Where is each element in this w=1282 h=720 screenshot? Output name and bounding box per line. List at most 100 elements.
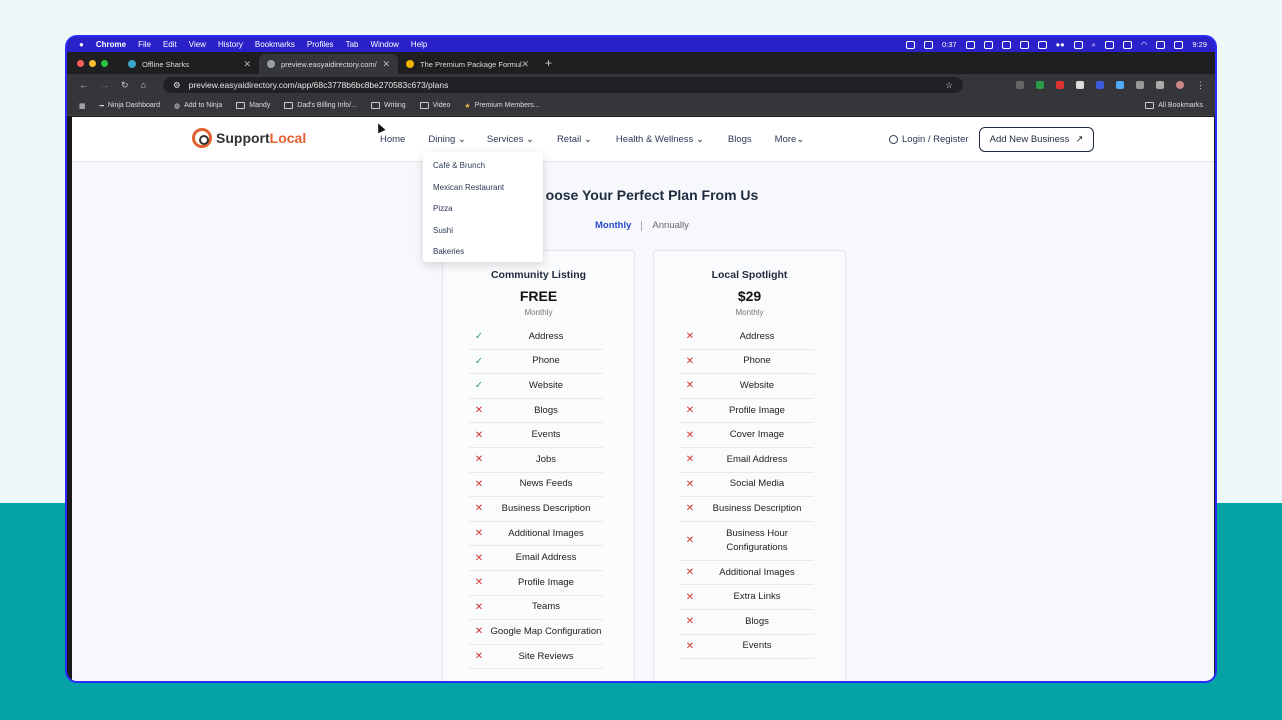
puzzle-icon[interactable]: [1136, 81, 1144, 89]
check-icon: ✓: [474, 355, 484, 367]
kebab-menu-icon[interactable]: ⋮: [1196, 80, 1205, 91]
search-icon[interactable]: ⌕: [1092, 40, 1096, 50]
status-icon[interactable]: [1122, 40, 1132, 49]
wifi-icon[interactable]: ◠: [1141, 40, 1148, 49]
url-field[interactable]: ⚙ preview.easyaidirectory.com/app/68c377…: [163, 77, 963, 93]
bookmark-writing[interactable]: Writing: [370, 102, 406, 109]
bookmark-premium-members[interactable]: ★ Premium Members...: [464, 102, 539, 110]
cross-icon: ✕: [685, 567, 695, 579]
toggle-monthly[interactable]: Monthly: [595, 220, 631, 231]
nav-health-wellness[interactable]: Health & Wellness ⌄: [616, 134, 704, 145]
extension-icon[interactable]: [1056, 81, 1064, 89]
tab-strip: Offline Sharks ✕ preview.easyaidirectory…: [67, 52, 1215, 74]
tab-offline-sharks[interactable]: Offline Sharks ✕: [120, 54, 259, 74]
status-icon[interactable]: [1104, 40, 1114, 49]
apps-grid-icon[interactable]: ▦: [79, 102, 86, 110]
clock[interactable]: 9:29: [1192, 40, 1207, 49]
nav-services[interactable]: Services ⌄: [487, 134, 534, 145]
dropdown-item-sushi[interactable]: Sushi: [423, 220, 543, 242]
bookmark-mandy[interactable]: Mandy: [236, 102, 270, 109]
zoom-window-icon[interactable]: [101, 59, 108, 67]
extension-icon[interactable]: [1116, 81, 1124, 89]
timer-readout[interactable]: 0:37: [942, 40, 957, 49]
cross-icon: ✕: [685, 355, 695, 367]
plan-card-community-listing: Community Listing FREE Monthly ✓ Address ✓…: [442, 250, 635, 681]
folder-icon: [236, 102, 246, 109]
menu-file[interactable]: File: [138, 40, 151, 49]
feature-row: ✓ Address: [469, 325, 603, 350]
toggle-annually[interactable]: Annually: [652, 220, 688, 231]
tab-premium-package[interactable]: The Premium Package Formul ✕: [398, 54, 537, 74]
close-window-icon[interactable]: [77, 59, 84, 67]
status-icon[interactable]: [1073, 40, 1083, 49]
control-center-icon[interactable]: [1174, 40, 1184, 49]
dropbox-icon[interactable]: [1001, 40, 1011, 49]
feature-label: Google Map Configuration: [490, 625, 602, 637]
menu-history[interactable]: History: [218, 40, 243, 49]
close-tab-icon[interactable]: ✕: [521, 59, 529, 70]
nav-retail[interactable]: Retail ⌄: [557, 134, 592, 145]
screen-icon[interactable]: [1037, 40, 1047, 49]
menu-tab[interactable]: Tab: [346, 40, 359, 49]
menu-view[interactable]: View: [189, 40, 206, 49]
extension-icon[interactable]: [1096, 81, 1104, 89]
feature-row: ✕ Blogs: [469, 399, 603, 424]
cross-icon: ✕: [474, 651, 484, 663]
status-icon[interactable]: [1019, 40, 1029, 49]
nav-home[interactable]: Home: [380, 134, 405, 145]
home-icon[interactable]: ⌂: [141, 80, 146, 90]
bookmark-video[interactable]: Video: [419, 102, 450, 109]
site-settings-icon[interactable]: ⚙: [173, 80, 181, 91]
plan-price: FREE: [519, 288, 558, 304]
tab-preview-plans[interactable]: preview.easyaidirectory.com/ ✕: [259, 54, 398, 74]
menu-chrome[interactable]: Chrome: [96, 40, 126, 49]
apple-icon[interactable]: ●: [79, 40, 84, 49]
all-bookmarks[interactable]: All Bookmarks: [1145, 102, 1203, 109]
nav-more[interactable]: More⌄: [775, 134, 805, 145]
profile-avatar[interactable]: [1176, 81, 1184, 89]
back-icon[interactable]: ←: [79, 80, 88, 90]
cross-icon: ✕: [474, 454, 484, 466]
side-panel-icon[interactable]: [1156, 81, 1164, 89]
cross-icon: ✕: [474, 626, 484, 638]
battery-icon[interactable]: [1156, 40, 1166, 49]
bookmark-dads-billing[interactable]: Dad's Billing Info/...: [284, 102, 357, 109]
chevron-down-icon: ⌄: [525, 134, 534, 145]
nav-blogs[interactable]: Blogs: [728, 134, 752, 145]
close-tab-icon[interactable]: ✕: [382, 59, 390, 70]
bookmark-ninja-dashboard[interactable]: ━ Ninja Dashboard: [100, 102, 160, 110]
status-icon[interactable]: [965, 40, 975, 49]
status-icon[interactable]: [983, 40, 993, 49]
menu-bookmarks[interactable]: Bookmarks: [255, 40, 295, 49]
dropdown-item-mexican-restaurant[interactable]: Mexican Restaurant: [423, 177, 543, 199]
minimize-window-icon[interactable]: [89, 59, 96, 67]
menu-window[interactable]: Window: [370, 40, 398, 49]
extension-icon[interactable]: [1036, 81, 1044, 89]
forward-icon[interactable]: →: [100, 80, 109, 90]
extension-icon[interactable]: [1016, 81, 1024, 89]
login-register-link[interactable]: Login / Register: [889, 134, 969, 145]
bookmark-star-icon[interactable]: ☆: [945, 80, 953, 91]
dropdown-item-bakeries[interactable]: Bakeries: [423, 241, 543, 263]
cross-icon: ✕: [685, 616, 695, 628]
status-icon[interactable]: [923, 40, 933, 49]
ninja-icon: ━: [99, 102, 104, 110]
eyedropper-icon[interactable]: [1076, 81, 1084, 89]
dropdown-item-pizza[interactable]: Pizza: [423, 198, 543, 220]
site-logo[interactable]: Support Local: [192, 128, 306, 148]
new-tab-button[interactable]: +: [545, 56, 552, 70]
close-tab-icon[interactable]: ✕: [243, 59, 251, 70]
menu-profiles[interactable]: Profiles: [307, 40, 334, 49]
menu-edit[interactable]: Edit: [163, 40, 177, 49]
add-new-business-button[interactable]: Add New Business ↗: [979, 127, 1094, 152]
dots-icon[interactable]: ●●: [1056, 40, 1065, 49]
feature-label: Social Media: [729, 478, 785, 490]
menu-help[interactable]: Help: [411, 40, 427, 49]
status-icon[interactable]: [905, 40, 915, 49]
feature-row: ✕ Additional Images: [469, 522, 603, 547]
reload-icon[interactable]: ↻: [121, 80, 129, 91]
dropdown-item-cafe-brunch[interactable]: Café & Brunch: [423, 155, 543, 177]
bookmark-add-to-ninja[interactable]: ◍ Add to Ninja: [174, 102, 222, 110]
nav-dining[interactable]: Dining ⌄: [428, 134, 466, 145]
feature-label: Blogs: [534, 404, 558, 416]
